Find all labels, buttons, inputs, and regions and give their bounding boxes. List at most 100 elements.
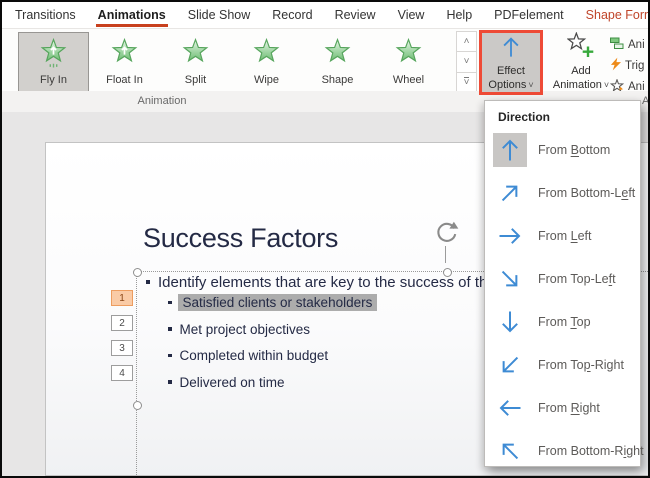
direction-option-from-top-right[interactable]: From Top-Right [485,343,640,386]
animation-gallery-item[interactable]: Fly In [18,32,89,92]
chevron-down-button[interactable]: ˅ [456,51,477,71]
menu-tab-transitions[interactable]: Transitions [4,2,87,28]
animation-star-icon [111,38,138,73]
sub-bullet-line[interactable]: Met project objectives [168,322,310,337]
animation-gallery-item-label: Shape [322,74,354,86]
ribbon-tab-bar: Transitions Animations Slide Show Record Rev… [2,2,650,28]
advanced-button-label-partial: Trig [625,60,644,72]
menu-tab-label: Animations [98,8,166,22]
direction-option-label: From Top-Right [538,358,624,372]
textbox-handle-top-left[interactable] [133,268,142,277]
menu-tab-shape-format[interactable]: Shape Format [575,2,650,28]
advanced-group-label-partial: Ani [642,95,650,107]
gallery-more-icon: ˅ [464,77,470,87]
direction-option-from-top[interactable]: From Top [485,300,640,343]
direction-option-from-right[interactable]: From Right [485,386,640,429]
sub-bullet-line[interactable]: Satisfied clients or stakeholders [168,295,377,310]
direction-option-label: From Left [538,229,592,243]
advanced-animation-buttons: Ani Trig Ani [610,34,650,97]
direction-option-from-bottom-left[interactable]: From Bottom-Left [485,171,640,214]
animation-gallery-item[interactable]: Wheel [373,32,444,92]
direction-arrow-icon [493,219,527,253]
effect-options-label-line2: Options˅ [488,79,533,92]
trigger-icon [610,57,621,74]
add-animation-label-line1: Add [571,65,591,78]
animation-star-icon [40,38,67,73]
animation-order-badge[interactable]: 2 [111,315,133,331]
effect-options-button[interactable]: Effect Options˅ [482,33,540,92]
animation-gallery: Fly In Float In Split Wipe [18,32,444,92]
direction-option-label: From Bottom-Left [538,186,635,200]
menu-tab-label: Transitions [15,8,76,22]
menu-tab-label: Help [446,8,472,22]
menu-tab-label: Review [335,8,376,22]
arrow-up-icon [500,34,522,64]
animation-gallery-item[interactable]: Float In [89,32,160,92]
advanced-animation-button[interactable]: Trig [610,55,650,76]
add-animation-button[interactable]: Add Animation˅ [550,31,612,93]
direction-option-label: From Bottom-Right [538,444,644,458]
bullet-marker [168,354,172,358]
gallery-scroll-buttons: ˄ ˅ ˅ [456,31,477,93]
advanced-animation-button[interactable]: Ani [610,34,650,55]
chevron-up-button[interactable]: ˄ [456,31,477,51]
direction-option-label: From Right [538,401,600,415]
textbox-handle-middle-left[interactable] [133,401,142,410]
animation-gallery-item[interactable]: Shape [302,32,373,92]
textbox-border-left [136,271,137,475]
direction-option-from-top-left[interactable]: From Top-Left [485,257,640,300]
animation-order-badge[interactable]: 1 [111,290,133,306]
animation-gallery-item-label: Wheel [393,74,424,86]
animation-star-icon [182,38,209,73]
bullet-marker [146,280,150,284]
animation-gallery-item[interactable]: Wipe [231,32,302,92]
direction-arrow-icon [493,434,527,468]
slide-title[interactable]: Success Factors [143,223,338,254]
direction-option-label: From Bottom [538,143,610,157]
direction-option-from-bottom-right[interactable]: From Bottom-Right [485,429,640,472]
direction-option-from-left[interactable]: From Left [485,214,640,257]
menu-tab-label: View [398,8,425,22]
direction-arrow-icon [493,391,527,425]
direction-option-from-bottom[interactable]: From Bottom [485,128,640,171]
animation-gallery-item[interactable]: Split [160,32,231,92]
bullet-marker [168,327,172,331]
effect-options-label-line1: Effect [497,65,525,78]
textbox-handle-top-center[interactable] [443,268,452,277]
sub-bullet-line[interactable]: Delivered on time [168,375,285,390]
menu-tab-view[interactable]: View [387,2,436,28]
menu-tab-animations[interactable]: Animations [87,2,177,28]
animation-order-badge[interactable]: 4 [111,365,133,381]
animation-gallery-item-label: Split [185,74,206,86]
direction-arrow-icon [493,133,527,167]
animation-order-badge[interactable]: 3 [111,340,133,356]
gallery-more-button[interactable]: ˅ [456,72,477,93]
chevron-down-icon: ˅ [604,80,609,90]
direction-arrow-icon [493,262,527,296]
effect-options-direction-menu: Direction From Bottom From Bottom-Left F… [484,100,641,467]
menu-tab-label: Record [272,8,312,22]
menu-tab-help[interactable]: Help [435,2,483,28]
sub-bullet-line[interactable]: Completed within budget [168,348,328,363]
chevron-up-icon: ˄ [464,36,470,47]
menu-tab-label: Shape Format [586,8,650,22]
powerpoint-window: Transitions Animations Slide Show Record Rev… [0,0,650,478]
menu-tab-pdfelement[interactable]: PDFelement [483,2,574,28]
menu-tab-record[interactable]: Record [261,2,323,28]
chevron-down-icon: ˅ [464,56,470,67]
advanced-button-label-partial: Ani [628,39,645,51]
menu-tab-review[interactable]: Review [324,2,387,28]
bullet-line[interactable]: Identify elements that are key to the su… [146,274,513,291]
animation-star-icon [253,38,280,73]
rotate-stem [445,246,446,263]
direction-option-label: From Top [538,315,591,329]
animation-gallery-item-label: Wipe [254,74,279,86]
direction-option-label: From Top-Left [538,272,616,286]
rotate-handle[interactable] [432,219,460,251]
star-plus-icon [567,32,595,64]
menu-tab-slide-show[interactable]: Slide Show [177,2,262,28]
rotate-icon [433,219,460,246]
animation-pane-icon [610,37,624,53]
animation-group-label: Animation [112,95,212,107]
animation-gallery-item-label: Float In [106,74,143,86]
